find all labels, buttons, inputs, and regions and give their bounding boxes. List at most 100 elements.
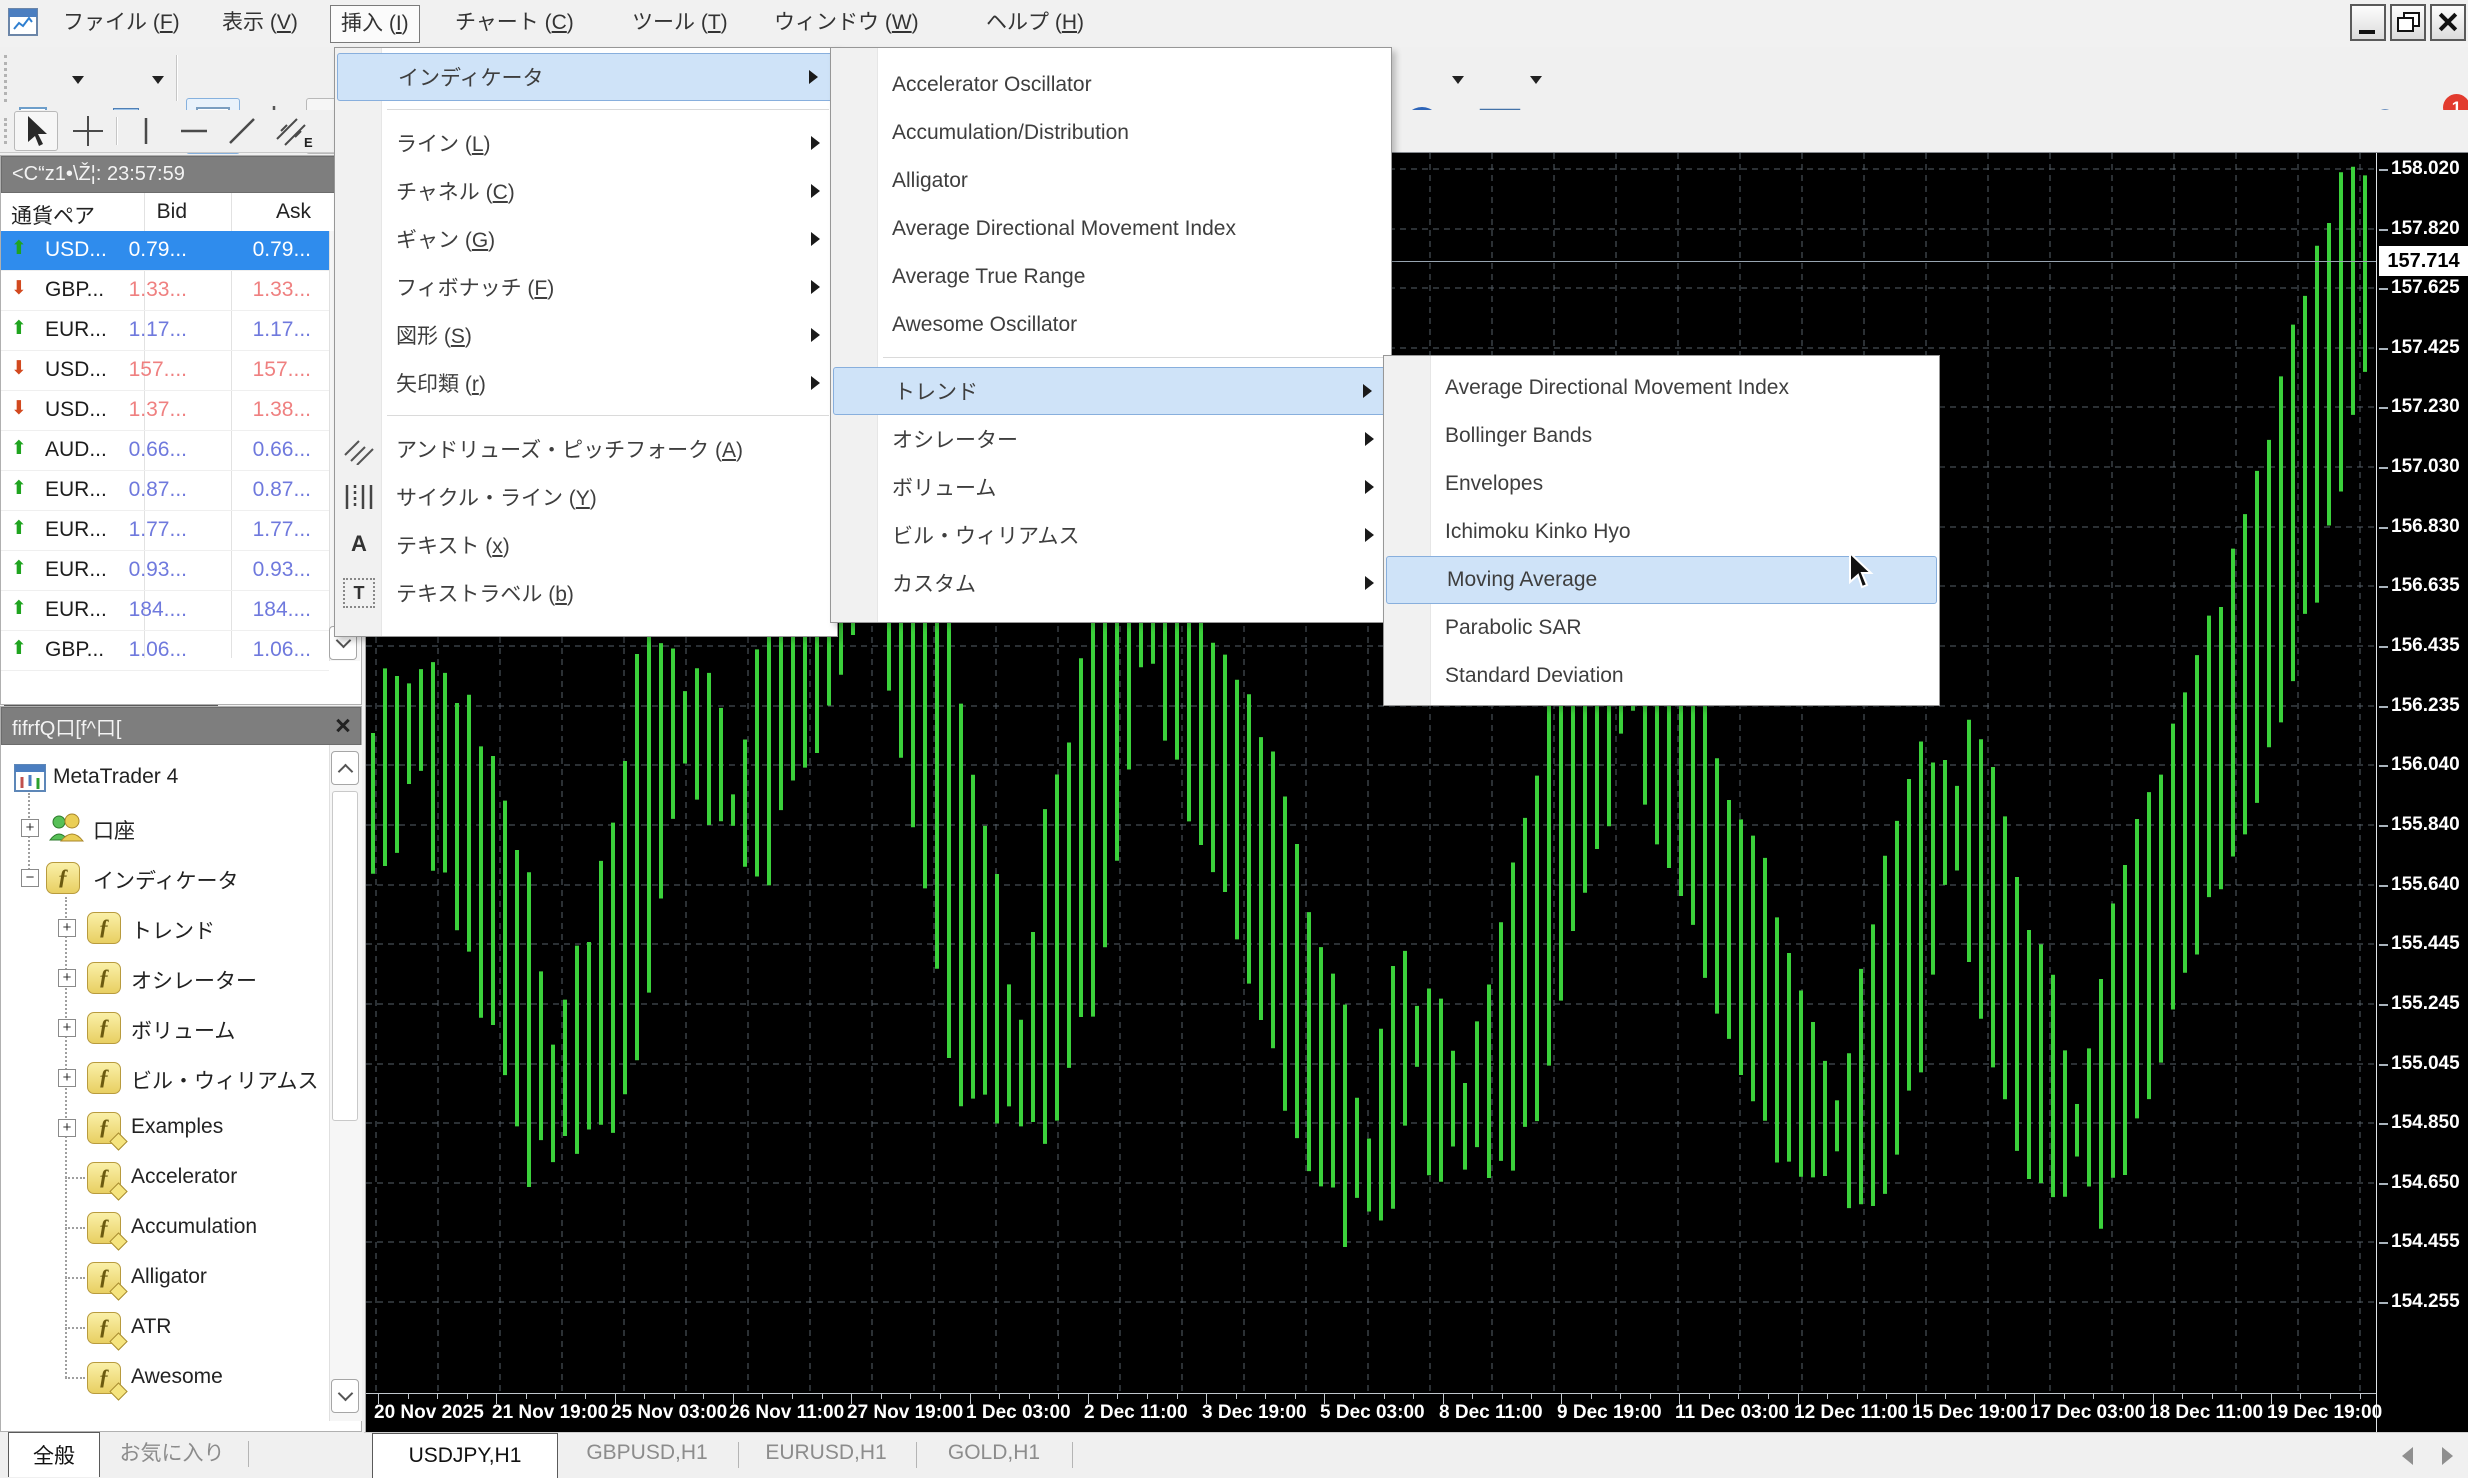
tree-node-Alligator[interactable]: ƒAlligator [1,1253,329,1303]
tab-GOLD,H1[interactable]: GOLD,H1 [926,1433,1062,1473]
menu-item-インディケータ[interactable]: インディケータ [337,53,835,101]
market-watch-row[interactable]: ⬆EUR...1.17...1.17... [1,311,329,351]
market-watch-row[interactable]: ⬆AUD...0.66...0.66... [1,431,329,471]
tree-node-MetaTrader 4[interactable]: MetaTrader 4 [1,753,329,803]
tab-scroll-right-icon[interactable] [2442,1447,2453,1465]
market-watch-row[interactable]: ⬇USD...157....157.... [1,351,329,391]
tab-お気に入り[interactable]: お気に入り [106,1432,238,1472]
tree-node-口座[interactable]: +口座 [1,803,329,853]
tree-node-Examples[interactable]: +ƒExamples [1,1103,329,1153]
menu-item-Envelopes[interactable]: Envelopes [1385,460,1938,508]
tree-node-Awesome[interactable]: ƒAwesome [1,1353,329,1403]
menubar-item-V[interactable]: 表示 (V) [212,5,308,41]
new-chart-dropdown[interactable] [72,76,84,84]
vertical-line-tool-button[interactable] [126,111,166,151]
tab-USDJPY,H1[interactable]: USDJPY,H1 [372,1433,558,1478]
minimize-button[interactable] [2350,4,2386,41]
trendline-tool-button[interactable] [222,111,262,151]
market-watch-row[interactable]: ⬆USD...0.79...0.79... [1,231,329,271]
menu-item-オシレーター[interactable]: オシレーター [832,415,1390,463]
periods-dropdown[interactable] [1452,76,1464,84]
tree-node-ATR[interactable]: ƒATR [1,1303,329,1353]
menu-item-テキストラベル[interactable]: テキストラベル (b)T [336,569,836,617]
menu-item-トレンド[interactable]: トレンド [833,367,1389,415]
market-watch-row[interactable]: ⬆EUR...0.87...0.87... [1,471,329,511]
tree-node-トレンド[interactable]: +ƒトレンド [1,903,329,953]
market-watch-row[interactable]: ⬆GBP...1.06...1.06... [1,631,329,671]
market-watch-row[interactable]: ⬇USD...1.37...1.38... [1,391,329,431]
close-button[interactable] [2430,4,2466,41]
tab-scroll-left-icon[interactable] [2402,1447,2413,1465]
indicators-dialog-dropdown[interactable] [1530,76,1542,84]
time-axis[interactable]: 20 Nov 202521 Nov 19:0025 Nov 03:0026 No… [366,1393,2376,1434]
menubar-item-W[interactable]: ウィンドウ (W) [764,5,929,41]
menu-item-label: Awesome Oscillator [892,313,1077,337]
menu-item-ビル・ウィリアムス[interactable]: ビル・ウィリアムス [832,511,1390,559]
menu-item-サイクル・ライン[interactable]: サイクル・ライン (Y) [336,473,836,521]
menu-item-Alligator[interactable]: Alligator [832,157,1390,205]
menu-item-Average Directional Movement Index[interactable]: Average Directional Movement Index [1385,364,1938,412]
menu-item-ギャン[interactable]: ギャン (G) [336,215,836,263]
navigator-close-button[interactable] [333,715,353,735]
menu-item-ボリューム[interactable]: ボリューム [832,463,1390,511]
toolbar-grip[interactable] [4,118,7,144]
menu-item-Ichimoku Kinko Hyo[interactable]: Ichimoku Kinko Hyo [1385,508,1938,556]
menu-item-Accelerator Oscillator[interactable]: Accelerator Oscillator [832,61,1390,109]
menu-item-Awesome Oscillator[interactable]: Awesome Oscillator [832,301,1390,349]
column-bid[interactable]: Bid [157,200,187,224]
tree-node-オシレーター[interactable]: +ƒオシレーター [1,953,329,1003]
menubar-item-I[interactable]: 挿入 (I) [330,5,420,43]
price-axis[interactable]: 158.020157.820157.625157.425157.230157.0… [2376,153,2468,1433]
tab-GBPUSD,H1[interactable]: GBPUSD,H1 [566,1433,728,1473]
market-watch-row[interactable]: ⬆EUR...184....184.... [1,591,329,631]
expand-icon[interactable]: + [58,1119,76,1137]
menubar-item-T[interactable]: ツール (T) [622,5,738,41]
restore-button[interactable] [2390,4,2426,41]
column-ask[interactable]: Ask [276,200,311,224]
tree-node-Accumulation[interactable]: ƒAccumulation [1,1203,329,1253]
menu-item-ライン[interactable]: ライン (L) [336,119,836,167]
expand-icon[interactable]: + [21,819,39,837]
menu-item-Accumulation/Distribution[interactable]: Accumulation/Distribution [832,109,1390,157]
menu-item-カスタム[interactable]: カスタム [832,559,1390,607]
expand-icon[interactable]: + [58,919,76,937]
collapse-icon[interactable]: − [21,869,39,887]
market-watch-row[interactable]: ⬇GBP...1.33...1.33... [1,271,329,311]
tree-node-ボリューム[interactable]: +ƒボリューム [1,1003,329,1053]
tree-node-ビル・ウィリアムス[interactable]: +ƒビル・ウィリアムス [1,1053,329,1103]
menu-item-Parabolic SAR[interactable]: Parabolic SAR [1385,604,1938,652]
menu-item-Average True Range[interactable]: Average True Range [832,253,1390,301]
expand-icon[interactable]: + [58,969,76,987]
tree-node-インディケータ[interactable]: −ƒインディケータ [1,853,329,903]
menubar-item-H[interactable]: ヘルプ (H) [976,5,1094,41]
menu-item-Bollinger Bands[interactable]: Bollinger Bands [1385,412,1938,460]
menu-item-テキスト[interactable]: テキスト (x)A [336,521,836,569]
market-watch-row[interactable]: ⬆EUR...0.93...0.93... [1,551,329,591]
profiles-dropdown[interactable] [152,76,164,84]
horizontal-line-tool-button[interactable] [174,111,214,151]
scroll-up-button[interactable] [331,751,359,785]
menu-item-Average Directional Movement Index[interactable]: Average Directional Movement Index [832,205,1390,253]
column-symbol[interactable]: 通貨ペア [11,200,95,230]
market-watch-row[interactable]: ⬆EUR...1.77...1.77... [1,511,329,551]
menu-item-チャネル[interactable]: チャネル (C) [336,167,836,215]
tab-EURUSD,H1[interactable]: EURUSD,H1 [746,1433,906,1473]
tree-node-Accelerator[interactable]: ƒAccelerator [1,1153,329,1203]
tab-全般[interactable]: 全般 [8,1432,100,1477]
menubar-item-C[interactable]: チャート (C) [445,5,584,41]
crosshair-tool-button[interactable] [68,111,108,151]
scrollbar-thumb[interactable] [332,791,358,1121]
expand-icon[interactable]: + [58,1069,76,1087]
price-tick [2379,1302,2388,1304]
toolbar-grip[interactable] [4,55,7,102]
menubar-item-F[interactable]: ファイル (F) [53,5,190,41]
menu-item-Standard Deviation[interactable]: Standard Deviation [1385,652,1938,700]
menu-item-フィボナッチ[interactable]: フィボナッチ (F) [336,263,836,311]
menu-item-アンドリューズ・ピッチフォーク[interactable]: アンドリューズ・ピッチフォーク (A) [336,425,836,473]
cursor-tool-button[interactable] [14,111,58,151]
menu-item-図形[interactable]: 図形 (S) [336,311,836,359]
menu-item-矢印類[interactable]: 矢印類 (r) [336,359,836,407]
equidistant-channel-tool-button[interactable]: E [270,111,318,151]
scroll-down-button[interactable] [331,1379,359,1413]
expand-icon[interactable]: + [58,1019,76,1037]
